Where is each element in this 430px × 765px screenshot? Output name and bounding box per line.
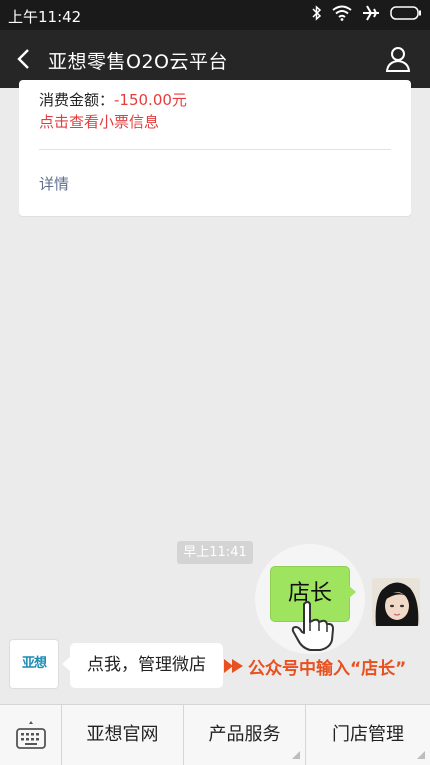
airplane-icon xyxy=(363,5,379,21)
bluetooth-icon xyxy=(312,5,322,21)
menu-item-label: 亚想官网 xyxy=(86,724,159,745)
user-profile-icon[interactable] xyxy=(384,45,412,73)
menu-item-website[interactable]: 亚想官网 xyxy=(62,705,184,765)
tap-hand-icon xyxy=(291,601,334,651)
bottom-menu: 亚想官网 产品服务 门店管理 xyxy=(0,704,430,765)
page-title: 亚想零售O2O云平台 xyxy=(48,51,228,73)
instruction-text: 公众号中输入“店长” xyxy=(248,659,407,679)
amount-line: 消费金额：-150.00元 xyxy=(39,89,187,110)
keyboard-icon xyxy=(16,721,46,749)
amount-value: -150.00元 xyxy=(114,91,187,109)
avatar-portrait-icon xyxy=(372,578,420,626)
menu-item-store-management[interactable]: 门店管理 xyxy=(306,705,430,765)
menu-item-label: 门店管理 xyxy=(332,724,404,745)
hint-bubble-tail xyxy=(62,657,70,671)
amount-label: 消费金额： xyxy=(39,91,115,109)
user-avatar[interactable] xyxy=(372,578,420,626)
detail-link[interactable]: 详情 xyxy=(39,173,69,194)
status-bar: 上午11:42 xyxy=(0,0,430,30)
brand-logo: 亚想 xyxy=(10,640,58,688)
wifi-icon xyxy=(332,5,352,21)
hint-bubble[interactable]: 点我，管理微店 xyxy=(70,643,223,688)
keyboard-toggle-button[interactable] xyxy=(0,705,62,765)
transaction-card[interactable]: 消费金额：-150.00元 点击查看小票信息 详情 xyxy=(19,80,411,216)
battery-icon xyxy=(390,6,421,20)
card-divider xyxy=(39,149,391,150)
play-arrow-icon xyxy=(224,659,243,673)
receipt-link[interactable]: 点击查看小票信息 xyxy=(39,111,159,132)
message-timestamp: 早上11:41 xyxy=(177,541,253,564)
submenu-indicator-icon xyxy=(292,751,300,759)
status-time: 上午11:42 xyxy=(8,8,82,26)
submenu-indicator-icon xyxy=(417,751,425,759)
status-icons xyxy=(312,5,422,21)
menu-item-label: 产品服务 xyxy=(208,724,281,745)
back-arrow-icon[interactable] xyxy=(14,47,34,71)
sent-bubble-tail xyxy=(348,585,356,599)
menu-item-products[interactable]: 产品服务 xyxy=(184,705,306,765)
